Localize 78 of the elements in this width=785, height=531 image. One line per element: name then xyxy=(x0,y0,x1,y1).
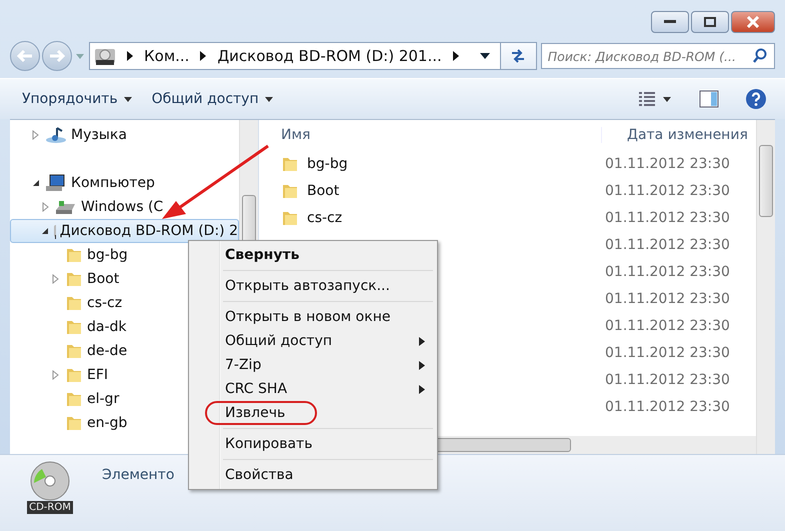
folder-icon xyxy=(65,318,83,336)
folder-icon xyxy=(65,270,83,288)
forward-button[interactable] xyxy=(42,41,72,71)
forward-arrow-icon xyxy=(48,49,66,63)
menu-item[interactable]: Копировать xyxy=(191,432,435,456)
breadcrumb-item[interactable]: Дисковод BD-ROM (D:) 201... xyxy=(217,47,442,65)
collapsed-triangle-icon[interactable] xyxy=(42,202,50,212)
expanded-triangle-icon[interactable] xyxy=(41,227,49,235)
column-header[interactable]: Имя xyxy=(259,127,601,143)
minimize-button[interactable] xyxy=(651,11,689,33)
toolbar-menu-button[interactable]: Общий доступ xyxy=(150,89,275,109)
folder-icon xyxy=(65,414,83,432)
item-count: Элементо xyxy=(102,467,174,483)
caret-icon[interactable] xyxy=(663,96,671,102)
breadcrumb-arrow-icon[interactable] xyxy=(126,51,134,61)
modified-date: 01.11.2012 23:30 xyxy=(604,398,730,414)
modified-date: 01.11.2012 23:30 xyxy=(604,318,730,334)
computer-icon xyxy=(45,174,67,192)
expanded-triangle-icon[interactable] xyxy=(32,179,40,187)
back-arrow-icon xyxy=(16,49,34,63)
folder-icon xyxy=(65,366,83,384)
preview-pane-icon[interactable] xyxy=(699,90,719,108)
modified-date: 01.11.2012 23:30 xyxy=(604,372,730,388)
minimize-icon xyxy=(664,20,676,24)
refresh-button[interactable] xyxy=(500,43,536,69)
dropdown-icon[interactable] xyxy=(480,52,490,60)
toolbar-menu-button[interactable]: Упорядочить xyxy=(20,89,134,109)
search-field[interactable]: Поиск: Дисковод BD-ROM (... xyxy=(540,43,775,69)
close-icon xyxy=(746,16,760,28)
modified-date: 01.11.2012 23:30 xyxy=(604,156,730,172)
tree-item[interactable]: Windows (C xyxy=(10,195,239,219)
scrollbar[interactable] xyxy=(756,120,775,454)
search-icon xyxy=(752,48,768,64)
modified-date: 01.11.2012 23:30 xyxy=(604,264,730,280)
selected-tree-item[interactable]: Дисковод BD-ROM (D:) 2 xyxy=(10,219,239,243)
submenu-arrow-icon xyxy=(419,336,425,346)
menu-item[interactable]: Свернуть xyxy=(191,243,435,267)
submenu-arrow-icon xyxy=(419,360,425,370)
menu-item[interactable]: CRC SHA xyxy=(191,377,435,401)
submenu-arrow-icon xyxy=(419,384,425,394)
menu-item[interactable]: Открыть автозапуск... xyxy=(191,274,435,298)
modified-date: 01.11.2012 23:30 xyxy=(604,182,730,198)
maximize-icon xyxy=(704,17,716,27)
file-name[interactable]: Boot xyxy=(307,182,340,198)
modified-date: 01.11.2012 23:30 xyxy=(604,290,730,306)
help-icon[interactable] xyxy=(745,88,767,110)
column-header[interactable]: Дата изменения xyxy=(601,127,748,143)
drive-icon xyxy=(55,198,77,216)
breadcrumb-arrow-icon[interactable] xyxy=(452,51,460,61)
modified-date: 01.11.2012 23:30 xyxy=(604,236,730,252)
tree-item[interactable]: Музыка xyxy=(10,123,239,147)
menu-item[interactable]: Свойства xyxy=(191,463,435,487)
file-name[interactable]: cs-cz xyxy=(307,210,342,226)
maximize-button[interactable] xyxy=(691,11,729,33)
breadcrumb-arrow-icon[interactable] xyxy=(199,51,208,61)
menu-item[interactable]: Открыть в новом окне xyxy=(191,305,435,329)
modified-date: 01.11.2012 23:30 xyxy=(604,344,730,360)
tree-item[interactable]: Компьютер xyxy=(10,171,239,195)
modified-date: 01.11.2012 23:30 xyxy=(604,210,730,226)
view-list-icon[interactable] xyxy=(639,92,655,106)
menu-item[interactable]: Извлечь xyxy=(191,401,435,425)
back-button[interactable] xyxy=(10,41,40,71)
folder-icon xyxy=(65,246,83,264)
menu-item[interactable]: 7-Zip xyxy=(191,353,435,377)
collapsed-triangle-icon[interactable] xyxy=(32,130,40,140)
collapsed-triangle-icon[interactable] xyxy=(52,274,60,284)
close-button[interactable] xyxy=(731,11,775,33)
file-name[interactable]: bg-bg xyxy=(307,156,348,172)
folder-icon xyxy=(65,390,83,408)
caret-icon xyxy=(264,96,273,102)
menu-item[interactable]: Общий доступ xyxy=(191,329,435,353)
collapsed-triangle-icon[interactable] xyxy=(52,370,60,380)
breadcrumb-item[interactable]: Ком... xyxy=(144,47,190,65)
folder-icon xyxy=(65,342,83,360)
caret-icon xyxy=(124,96,132,102)
folder-icon xyxy=(65,294,83,312)
address-bar[interactable]: Ком... Дисковод BD-ROM (D:) 201... xyxy=(89,42,537,70)
music-note-icon xyxy=(45,126,67,144)
